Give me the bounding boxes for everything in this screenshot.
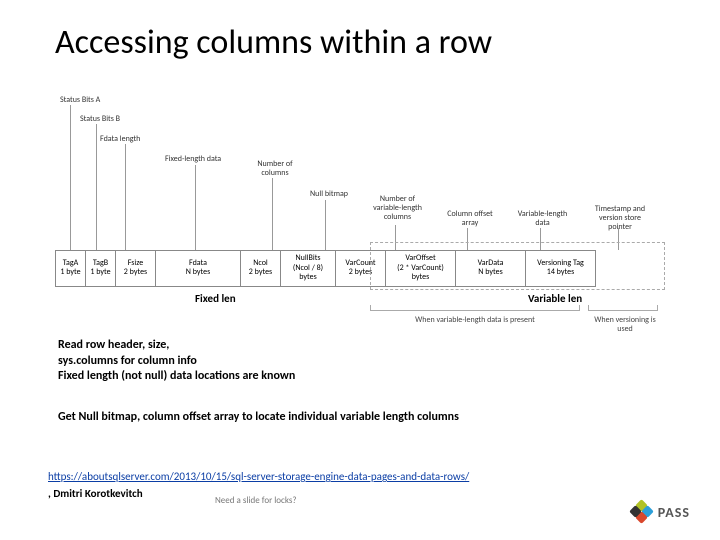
label-var-data: Variable-length data [515, 210, 570, 228]
col-size: 2 bytes [245, 268, 276, 278]
connector-line [325, 200, 326, 250]
label-status-a: Status Bits A [60, 96, 100, 105]
label-num-var-cols: Number of variable-length columns [370, 195, 425, 221]
col-size: (2 * VarCount) bytes [390, 264, 451, 283]
col-size: 2 bytes [340, 268, 381, 278]
connector-line [395, 225, 396, 250]
brace-var-present [370, 305, 580, 311]
pass-logo-icon [632, 502, 652, 522]
connector-line [540, 228, 541, 250]
col-size: 1 byte [60, 268, 81, 278]
col-size: N bytes [460, 268, 521, 278]
author-text: , Dmitri Korotkevitch [48, 487, 143, 500]
label-col-offset: Column offset array [445, 210, 495, 228]
label-null-bitmap: Null bitmap [310, 190, 348, 199]
para1-line3: Fixed length (not null) data locations a… [58, 369, 295, 385]
pass-logo-text: PASS [658, 504, 690, 521]
paragraph-2: Get Null bitmap, column offset array to … [58, 410, 658, 426]
connector-line [618, 228, 619, 250]
group-variable-label: Variable len [528, 292, 582, 305]
connector-line [272, 178, 273, 250]
connector-line [467, 228, 468, 250]
note-versioning: When versioning is used [590, 316, 660, 334]
connector-line [195, 165, 196, 250]
note-var-present: When variable-length data is present [395, 316, 555, 325]
connector-line [70, 105, 71, 250]
pass-logo: PASS [632, 502, 690, 522]
group-fixed-label: Fixed len [195, 292, 236, 305]
label-fdata-len: Fdata length [100, 135, 140, 144]
brace-versioning [588, 305, 658, 311]
col-size: 2 bytes [120, 268, 151, 278]
footer-note: Need a slide for locks? [215, 495, 297, 506]
paragraph-1: Read row header, size, sys.columns for c… [58, 338, 295, 385]
col-size: N bytes [160, 268, 236, 278]
row-structure-table: TagA1 byte TagB1 byte Fsize2 bytes Fdata… [55, 250, 596, 287]
col-size: 14 bytes [530, 268, 591, 278]
page-title: Accessing columns within a row [55, 22, 492, 63]
connector-line [96, 124, 97, 250]
label-timestamp: Timestamp and version store pointer [590, 205, 650, 231]
connector-line [125, 144, 126, 250]
label-num-cols: Number of columns [255, 160, 295, 178]
label-status-b: Status Bits B [80, 115, 120, 124]
para1-line2: sys.columns for column info [58, 354, 295, 370]
para1-line1: Read row header, size, [58, 338, 295, 354]
col-size: 1 byte [90, 268, 111, 278]
label-fixed-data: Fixed-length data [165, 155, 221, 164]
source-link[interactable]: https://aboutsqlserver.com/2013/10/15/sq… [48, 470, 469, 483]
col-size: (Ncol / 8) bytes [285, 264, 331, 283]
